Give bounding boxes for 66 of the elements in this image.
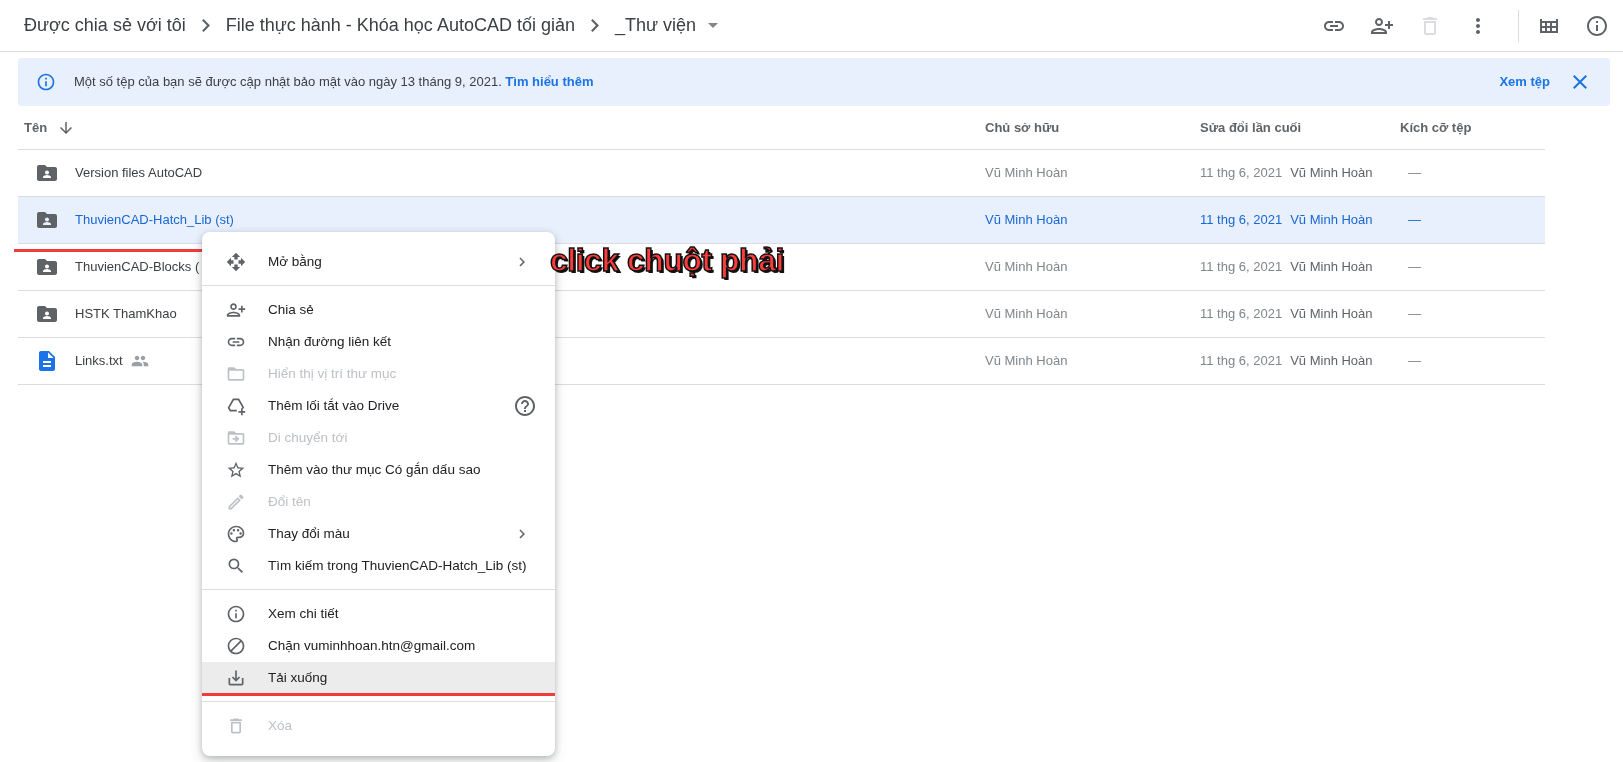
- modified-date: 11 thg 6, 2021: [1200, 352, 1283, 371]
- modified-date: 11 thg 6, 2021: [1200, 258, 1283, 277]
- modified-by: Vũ Minh Hoàn: [1290, 258, 1373, 277]
- file-name: Version files AutoCAD: [75, 164, 203, 183]
- download-icon: [226, 668, 246, 688]
- search-icon: [226, 556, 246, 576]
- help-icon: [513, 394, 537, 418]
- modified-date: 11 thg 6, 2021: [1200, 305, 1283, 324]
- menu-item[interactable]: Tìm kiếm trong ThuvienCAD-Hatch_Lib (st): [202, 550, 555, 582]
- modified-date: 11 thg 6, 2021: [1200, 164, 1283, 183]
- file-name: HSTK ThamKhao: [75, 305, 177, 324]
- column-header[interactable]: Kích cỡ tệp: [1400, 117, 1472, 138]
- file-size: —: [1408, 353, 1421, 369]
- chevron-right-icon: [201, 19, 210, 32]
- file-size: —: [1408, 259, 1421, 275]
- menu-item[interactable]: Chặn vuminhhoan.htn@gmail.com: [202, 630, 555, 662]
- file-size: —: [1408, 165, 1421, 181]
- info-icon: [36, 72, 56, 92]
- column-header[interactable]: Chủ sở hữu: [985, 117, 1060, 138]
- more-options-icon: [1476, 17, 1480, 34]
- menu-item[interactable]: Thay đổi màu: [202, 518, 555, 550]
- modified-by: Vũ Minh Hoàn: [1290, 164, 1373, 183]
- owner-name: Vũ Minh Hoàn: [985, 212, 1068, 228]
- move-arrows-icon: [226, 252, 246, 272]
- modified-by: Vũ Minh Hoàn: [1290, 211, 1373, 230]
- menu-item[interactable]: Xem chi tiết: [202, 598, 555, 630]
- caret-icon: [708, 23, 719, 28]
- menu-item[interactable]: Nhận đường liên kết: [202, 326, 555, 358]
- star-icon: [226, 460, 246, 480]
- folder-icon: [226, 364, 246, 384]
- add-person-icon: [226, 300, 246, 320]
- file-name: Links.txt: [75, 352, 123, 371]
- chevron-right-icon: [590, 19, 599, 32]
- owner-name: Vũ Minh Hoàn: [985, 259, 1068, 275]
- column-header[interactable]: Tên: [24, 117, 48, 138]
- menu-item[interactable]: Chia sẻ: [202, 294, 555, 326]
- owner-name: Vũ Minh Hoàn: [985, 165, 1068, 181]
- palette-icon: [226, 524, 246, 544]
- modified-by: Vũ Minh Hoàn: [1290, 305, 1373, 324]
- file-size: —: [1408, 306, 1421, 322]
- annotation-text: click chuột phải: [550, 241, 784, 280]
- breadcrumb-item[interactable]: Được chia sẻ với tôi: [24, 8, 186, 43]
- owner-name: Vũ Minh Hoàn: [985, 353, 1068, 369]
- breadcrumb-item[interactable]: File thực hành - Khóa học AutoCAD tối giản: [225, 8, 575, 43]
- block-icon: [226, 636, 246, 656]
- move-folder-icon: [226, 428, 246, 448]
- learn-more-link[interactable]: Tìm hiểu thêm: [505, 74, 594, 90]
- file-row[interactable]: ThuvienCAD-Hatch_Lib (st) Vũ Minh Hoàn 11 thg 6, 2021 Vũ Minh Hoàn —: [18, 197, 1545, 244]
- menu-item[interactable]: Thêm vào thư mục Có gắn dấu sao: [202, 454, 555, 486]
- view-files-link[interactable]: Xem tệp: [1499, 72, 1550, 92]
- modified-date: 11 thg 6, 2021: [1200, 211, 1283, 230]
- breadcrumb-item[interactable]: _Thư viện: [614, 8, 719, 43]
- column-header[interactable]: Sửa đổi lần cuối: [1200, 117, 1302, 138]
- menu-item[interactable]: Thêm lối tắt vào Drive: [202, 390, 555, 422]
- owner-name: Vũ Minh Hoàn: [985, 306, 1068, 322]
- file-size: —: [1408, 212, 1421, 228]
- menu-item[interactable]: Tải xuống: [202, 662, 555, 694]
- file-name: ThuvienCAD-Blocks (: [75, 258, 200, 277]
- info-button[interactable]: [1585, 13, 1609, 38]
- modified-by: Vũ Minh Hoàn: [1290, 352, 1373, 371]
- file-name: ThuvienCAD-Hatch_Lib (st): [75, 211, 234, 230]
- info-icon: [1585, 13, 1609, 38]
- info-icon: [226, 604, 246, 624]
- pencil-icon: [226, 492, 246, 512]
- drive-add-icon: [226, 396, 246, 416]
- banner-message: Một số tệp của bạn sẽ được cập nhật bảo mật vào ngày 13 tháng 9, 2021. Tìm hiểu thêm: [74, 73, 595, 92]
